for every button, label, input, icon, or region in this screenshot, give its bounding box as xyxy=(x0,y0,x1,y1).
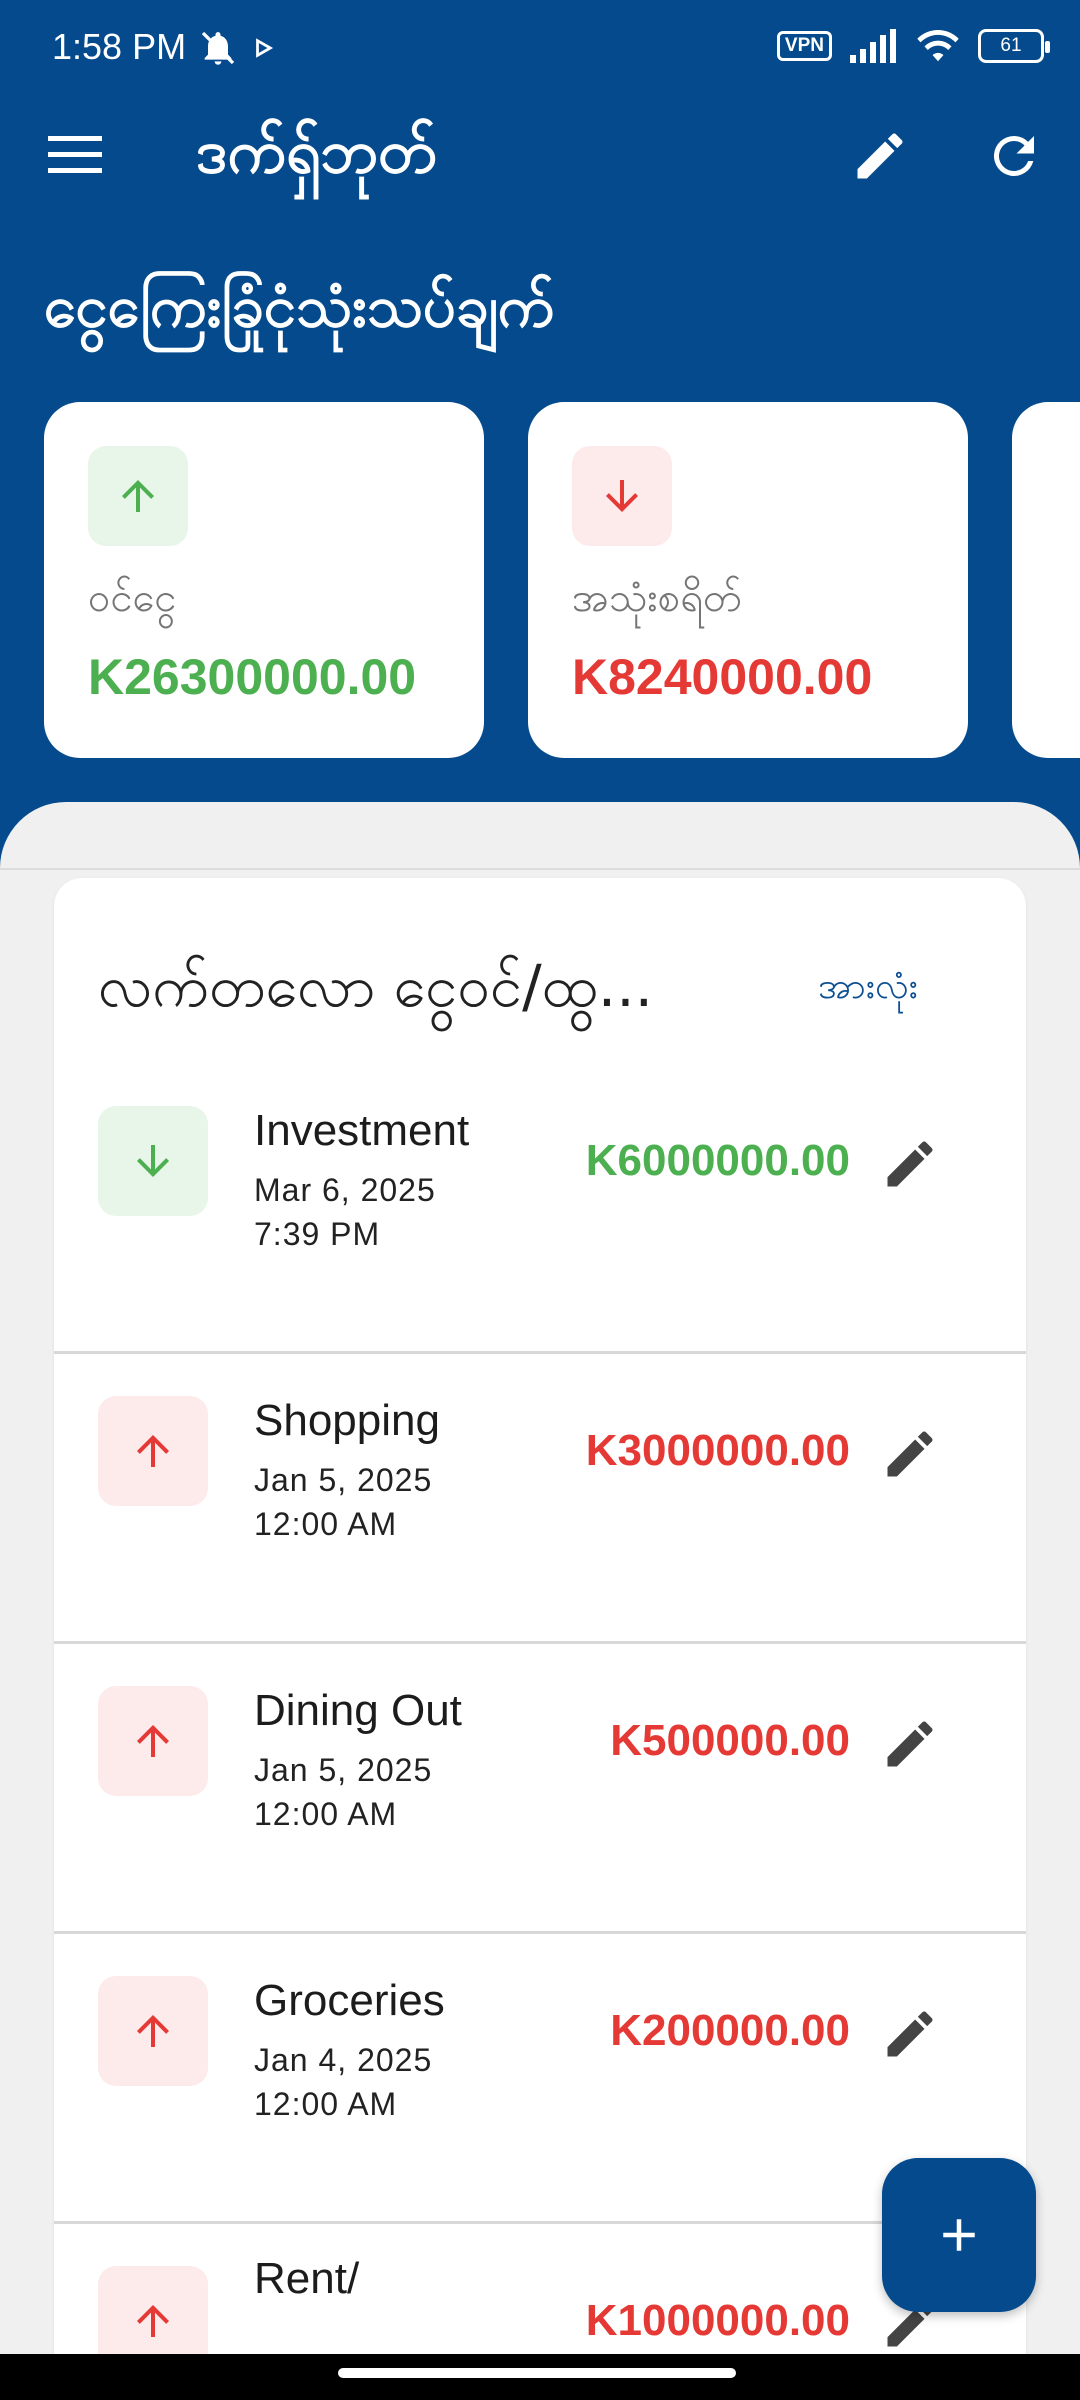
app-bar: ဒက်ရှ်ဘုတ် xyxy=(0,100,1080,210)
battery-level: 61 xyxy=(1000,35,1022,56)
pencil-icon xyxy=(887,1141,933,1187)
transaction-title: Shopping xyxy=(254,1396,440,1445)
transaction-row[interactable]: Dining Out Jan 5, 2025 12:00 AM K500000.… xyxy=(54,1646,1026,1934)
transaction-time: 12:00 AM xyxy=(254,2086,398,2122)
pencil-icon xyxy=(887,1721,933,1767)
refresh-icon xyxy=(993,135,1034,176)
transaction-title: Rent/ xyxy=(254,2254,360,2303)
add-transaction-button[interactable] xyxy=(882,2158,1036,2312)
arrow-up-icon xyxy=(137,2015,169,2047)
transaction-icon-box xyxy=(98,1106,208,1216)
home-gesture-handle[interactable] xyxy=(338,2368,736,2378)
arrow-up-icon xyxy=(137,1725,169,1757)
status-bar: 1:58 PM VPN 61 xyxy=(0,0,1080,100)
income-icon-box xyxy=(88,446,188,546)
transaction-row[interactable]: Shopping Jan 5, 2025 12:00 AM K3000000.0… xyxy=(54,1356,1026,1644)
sheet-divider xyxy=(0,868,1080,870)
wifi-icon xyxy=(917,30,959,62)
edit-transaction-button[interactable] xyxy=(880,1714,940,1774)
plus-icon xyxy=(943,2219,975,2251)
arrow-down-icon xyxy=(606,480,638,512)
edit-button[interactable] xyxy=(850,126,910,186)
vpn-badge: VPN xyxy=(776,31,832,61)
transaction-time: 12:00 AM xyxy=(254,1796,398,1832)
system-nav-bar xyxy=(0,2354,1080,2400)
edit-transaction-button[interactable] xyxy=(880,1424,940,1484)
transaction-amount: K1000000.00 xyxy=(585,2296,850,2345)
arrow-up-icon xyxy=(122,480,154,512)
play-icon xyxy=(256,38,274,58)
transaction-date: Jan 5, 2025 xyxy=(254,1462,433,1498)
income-value: K26300000.00 xyxy=(88,649,417,705)
transaction-date: Jan 5, 2025 xyxy=(254,1752,433,1788)
income-summary-card[interactable]: ဝင်ငွေ K26300000.00 xyxy=(44,402,484,758)
transaction-row[interactable]: Investment Mar 6, 2025 7:39 PM K6000000.… xyxy=(54,1066,1026,1354)
arrow-up-icon xyxy=(137,1435,169,1467)
transaction-date: Mar 6, 2025 xyxy=(254,1172,436,1208)
overview-title: ငွေကြေးခြုံငုံသုံးသပ်ချက် xyxy=(44,272,555,340)
edit-transaction-button[interactable] xyxy=(880,1134,940,1194)
transaction-title: Investment xyxy=(254,1106,470,1155)
arrow-up-icon xyxy=(137,2305,169,2337)
transaction-icon-box xyxy=(98,1686,208,1796)
see-all-link[interactable]: အားလုံး xyxy=(818,962,918,1016)
expense-label: အသုံးစရိတ် xyxy=(572,575,742,621)
status-right-icons: VPN 61 xyxy=(776,28,1050,64)
transaction-time: 12:00 AM xyxy=(254,1506,398,1542)
pencil-icon xyxy=(887,2011,933,2057)
recent-transactions-card: လက်တလော ငွေဝင်/ထွ... အားလုံး Investment … xyxy=(54,878,1026,2400)
transaction-amount: K500000.00 xyxy=(610,1716,850,1765)
menu-button[interactable] xyxy=(48,130,102,180)
edit-transaction-button[interactable] xyxy=(880,2004,940,2064)
dashboard-screen: 1:58 PM VPN 61 ဒက်ရှ်ဘုတ် ငွေကြေးခြုံငုံ… xyxy=(0,0,1080,2400)
status-left-icons xyxy=(198,28,274,68)
transaction-time: 7:39 PM xyxy=(254,1216,381,1252)
transaction-title: Dining Out xyxy=(254,1686,462,1735)
transaction-amount: K3000000.00 xyxy=(585,1426,850,1475)
battery-indicator: 61 xyxy=(978,29,1050,63)
income-label: ဝင်ငွေ xyxy=(88,575,177,621)
expense-value: K8240000.00 xyxy=(572,649,873,705)
mute-icon xyxy=(201,31,235,65)
transaction-icon-box xyxy=(98,1976,208,2086)
expense-icon-box xyxy=(572,446,672,546)
recent-transactions-title: လက်တလော ငွေဝင်/ထွ... xyxy=(98,952,654,1020)
balance-summary-card[interactable] xyxy=(1012,402,1080,758)
transaction-title: Groceries xyxy=(254,1976,445,2025)
transaction-row[interactable]: Groceries Jan 4, 2025 12:00 AM K200000.0… xyxy=(54,1936,1026,2224)
transaction-amount: K6000000.00 xyxy=(585,1136,850,1185)
transaction-amount: K200000.00 xyxy=(610,2006,850,2055)
pencil-icon xyxy=(887,1431,933,1477)
page-title: ဒက်ရှ်ဘုတ် xyxy=(196,117,437,187)
pencil-icon xyxy=(857,133,903,179)
transaction-icon-box xyxy=(98,1396,208,1506)
transaction-date: Jan 4, 2025 xyxy=(254,2042,433,2078)
expense-summary-card[interactable]: အသုံးစရိတ် K8240000.00 xyxy=(528,402,968,758)
arrow-down-icon xyxy=(137,1145,169,1177)
menu-icon xyxy=(48,136,102,173)
refresh-button[interactable] xyxy=(984,126,1044,186)
status-time: 1:58 PM xyxy=(52,26,187,67)
signal-icon xyxy=(850,29,896,63)
